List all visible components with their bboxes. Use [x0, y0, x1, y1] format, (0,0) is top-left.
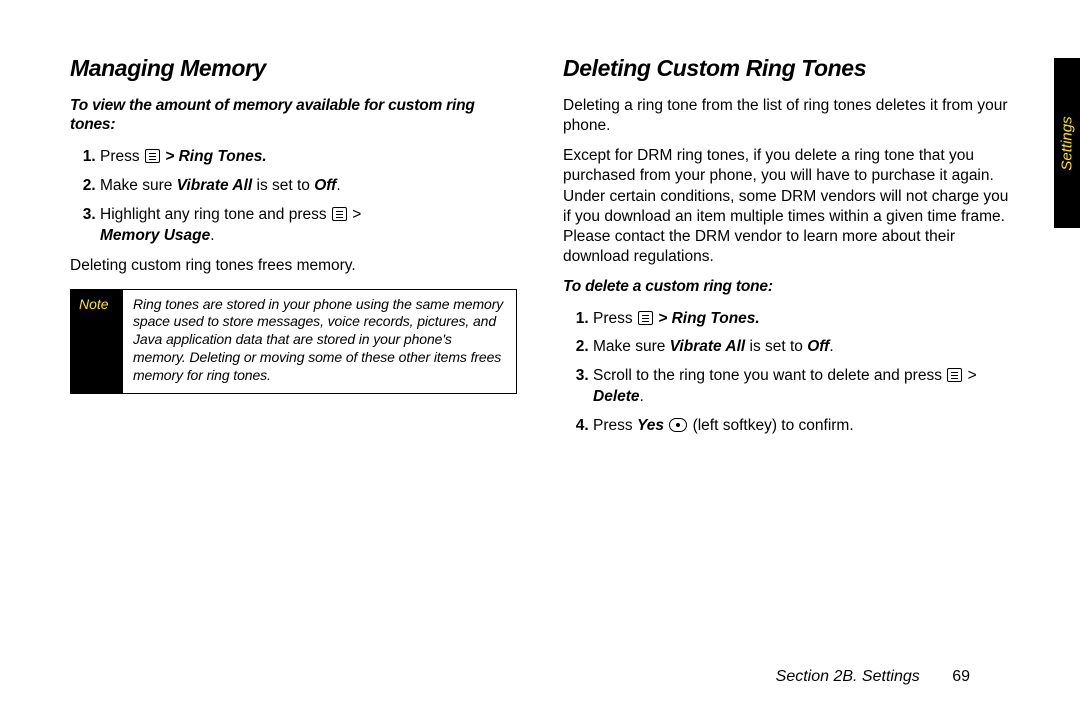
manual-page: Managing Memory To view the amount of me… — [0, 0, 1080, 720]
paragraph-1: Deleting a ring tone from the list of ri… — [563, 96, 1010, 136]
steps-list-right: Press > Ring Tones. Make sure Vibrate Al… — [563, 309, 1010, 438]
note-body: Ring tones are stored in your phone usin… — [123, 290, 516, 394]
step-bold: Yes — [637, 417, 664, 434]
heading-managing-memory: Managing Memory — [70, 55, 517, 82]
heading-deleting-ring-tones: Deleting Custom Ring Tones — [563, 55, 1010, 82]
step-item: Press > Ring Tones. — [593, 309, 1010, 330]
step-bold: Vibrate All — [177, 177, 253, 194]
menu-key-icon — [145, 149, 160, 163]
step-text: Press — [593, 310, 637, 327]
step-text: Scroll to the ring tone you want to dele… — [593, 367, 946, 384]
step-text: (left softkey) to confirm. — [693, 417, 854, 434]
step-text: Highlight any ring tone and press — [100, 206, 331, 223]
softkey-icon — [669, 418, 687, 432]
subheading: To delete a custom ring tone: — [563, 277, 1010, 296]
footer-section: Section 2B. Settings — [776, 668, 920, 685]
step-item: Make sure Vibrate All is set to Off. — [593, 337, 1010, 358]
step-text: Make sure — [100, 177, 177, 194]
step-bold: Off — [807, 338, 829, 355]
step-bold: Vibrate All — [670, 338, 746, 355]
step-text: . — [210, 227, 214, 244]
after-text: Deleting custom ring tones frees memory. — [70, 256, 517, 276]
note-box: Note Ring tones are stored in your phone… — [70, 289, 517, 395]
steps-list-left: Press > Ring Tones. Make sure Vibrate Al… — [70, 147, 517, 247]
step-text: Make sure — [593, 338, 670, 355]
step-bold: Off — [314, 177, 336, 194]
menu-key-icon — [332, 207, 347, 221]
step-action: Ring Tones. — [672, 310, 760, 327]
intro-text: To view the amount of memory available f… — [70, 96, 517, 135]
step-text: Press — [100, 148, 144, 165]
step-action: Ring Tones. — [179, 148, 267, 165]
step-action: Delete — [593, 388, 640, 405]
note-label: Note — [71, 290, 123, 394]
step-action: Memory Usage — [100, 227, 210, 244]
step-text: . — [336, 177, 340, 194]
step-text: . — [640, 388, 644, 405]
menu-key-icon — [947, 368, 962, 382]
side-tab-label: Settings — [1059, 116, 1076, 170]
step-item: Highlight any ring tone and press > Memo… — [100, 205, 517, 247]
step-text: . — [829, 338, 833, 355]
side-tab-settings: Settings — [1054, 58, 1080, 228]
right-column: Deleting Custom Ring Tones Deleting a ri… — [563, 55, 1010, 680]
step-item: Press Yes (left softkey) to confirm. — [593, 416, 1010, 437]
page-footer: Section 2B. Settings 69 — [0, 668, 1080, 686]
step-text: is set to — [252, 177, 314, 194]
page-number: 69 — [952, 668, 970, 685]
paragraph-2: Except for DRM ring tones, if you delete… — [563, 146, 1010, 267]
left-column: Managing Memory To view the amount of me… — [70, 55, 517, 680]
step-item: Press > Ring Tones. — [100, 147, 517, 168]
menu-key-icon — [638, 311, 653, 325]
step-text: is set to — [745, 338, 807, 355]
step-text: Press — [593, 417, 637, 434]
step-item: Scroll to the ring tone you want to dele… — [593, 366, 1010, 408]
step-item: Make sure Vibrate All is set to Off. — [100, 176, 517, 197]
